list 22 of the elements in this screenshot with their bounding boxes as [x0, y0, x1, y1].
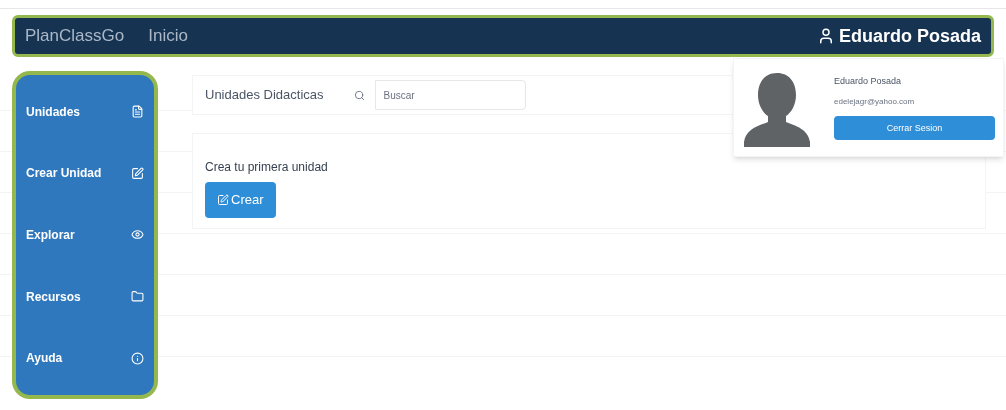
search-icon [353, 89, 365, 101]
user-email: edelejagr@yahoo.com [834, 96, 916, 109]
page-title: Unidades Didacticas [205, 86, 324, 105]
empty-message: Crea tu primera unidad [205, 159, 329, 176]
info-icon [131, 351, 144, 365]
sidebar-item[interactable]: Explorar [26, 226, 144, 244]
sidebar-item[interactable]: Crear Unidad [26, 164, 144, 183]
brand-name[interactable]: PlanClassGo [25, 23, 125, 49]
sidebar-item[interactable]: Ayuda [26, 349, 144, 368]
edit-icon [131, 166, 144, 180]
menu-user-name: Eduardo Posada [834, 74, 903, 88]
edit-icon [217, 194, 229, 206]
sidebar-item[interactable]: Recursos [26, 287, 144, 306]
sidebar-item[interactable]: Unidades [26, 102, 144, 121]
user-name[interactable]: Eduardo Posada [838, 22, 981, 50]
search-field[interactable]: Buscar [374, 80, 526, 110]
file-icon [131, 105, 144, 119]
nav-link[interactable]: Inicio [148, 23, 188, 49]
logout-button[interactable]: Cerrar Sesion [834, 116, 995, 141]
folder-icon [131, 290, 144, 304]
eye-icon [131, 228, 144, 242]
create-button[interactable]: Crear [205, 182, 276, 218]
